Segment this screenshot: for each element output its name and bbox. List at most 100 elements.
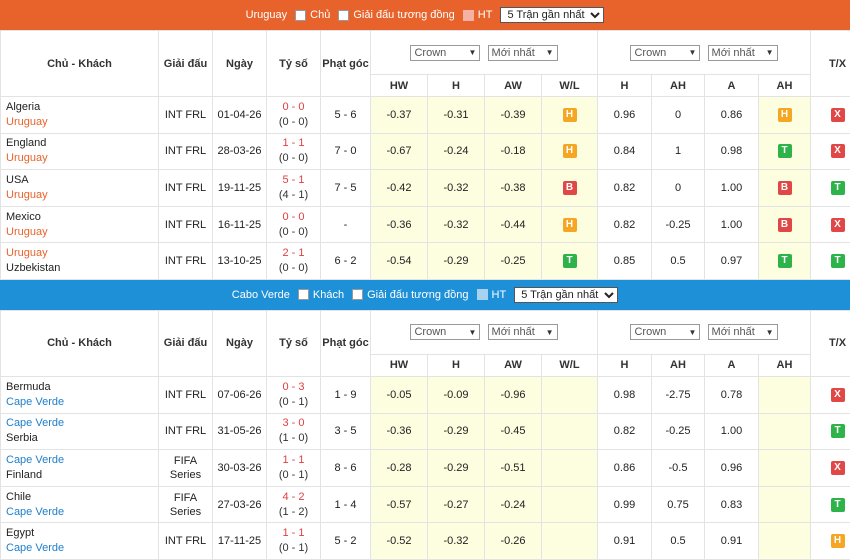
home-team[interactable]: England [6, 136, 158, 151]
away-team[interactable]: Cape Verde [6, 541, 158, 556]
table-row[interactable]: Cape Verde Finland FIFA Series 30-03-26 … [1, 450, 850, 487]
bookmaker-select[interactable]: Crown▼ [630, 324, 700, 340]
home-team[interactable]: Chile [6, 490, 158, 505]
full-time-score[interactable]: 5 - 1 [267, 173, 320, 188]
result-badge: T [563, 254, 577, 268]
full-time-score[interactable]: 2 - 1 [267, 246, 320, 261]
away-team[interactable]: Uruguay [6, 151, 158, 166]
away-team[interactable]: Finland [6, 468, 158, 483]
home-team[interactable]: Egypt [6, 526, 158, 541]
table-row[interactable]: Bermuda Cape Verde INT FRL 07-06-26 0 - … [1, 376, 850, 413]
match-teams[interactable]: Cape Verde Serbia [1, 413, 159, 450]
full-time-score[interactable]: 1 - 1 [267, 453, 320, 468]
score-cell[interactable]: 0 - 0 (0 - 0) [267, 97, 321, 134]
match-teams[interactable]: Egypt Cape Verde [1, 523, 159, 560]
table-row[interactable]: Uruguay Uzbekistan INT FRL 13-10-25 2 - … [1, 243, 850, 280]
score-cell[interactable]: 1 - 1 (0 - 1) [267, 450, 321, 487]
home-team[interactable]: Uruguay [6, 246, 158, 261]
full-time-score[interactable]: 1 - 1 [267, 136, 320, 151]
away-team[interactable]: Uruguay [6, 188, 158, 203]
odds-aw: -0.45 [485, 413, 542, 450]
col-league: Giải đấu [159, 310, 213, 376]
col-h2: H [598, 354, 652, 376]
ht-filter[interactable]: HT [463, 9, 493, 21]
recent-matches-select[interactable]: 5 Trận gần nhất [500, 7, 604, 23]
table-row[interactable]: Egypt Cape Verde INT FRL 17-11-25 1 - 1 … [1, 523, 850, 560]
chevron-down-icon: ▼ [546, 48, 554, 57]
away-filter[interactable]: Khách [298, 289, 344, 301]
same-league-filter[interactable]: Giải đấu tương đồng [338, 9, 454, 21]
away-team[interactable]: Uruguay [6, 225, 158, 240]
away-team[interactable]: Cape Verde [6, 505, 158, 520]
league-line2: Series [159, 468, 212, 482]
ht-checkbox[interactable] [463, 10, 474, 21]
home-checkbox[interactable] [295, 10, 306, 21]
away-checkbox[interactable] [298, 289, 309, 300]
same-league-filter[interactable]: Giải đấu tương đồng [352, 289, 468, 301]
odds-time-select[interactable]: Mới nhất▼ [488, 45, 558, 61]
odds-time-select[interactable]: Mới nhất▼ [708, 45, 778, 61]
score-cell[interactable]: 2 - 1 (0 - 0) [267, 243, 321, 280]
away-team[interactable]: Serbia [6, 431, 158, 446]
date: 31-05-26 [213, 413, 267, 450]
ah-result-cell: T [759, 133, 811, 170]
home-team[interactable]: USA [6, 173, 158, 188]
home-filter[interactable]: Chủ [295, 9, 330, 21]
match-teams[interactable]: Mexico Uruguay [1, 206, 159, 243]
ht-filter[interactable]: HT [477, 289, 507, 301]
odds-hw: -0.36 [371, 206, 428, 243]
col-h: H [428, 75, 485, 97]
home-team[interactable]: Cape Verde [6, 416, 158, 431]
full-time-score[interactable]: 3 - 0 [267, 416, 320, 431]
tx-cell: H [811, 523, 850, 560]
same-league-checkbox[interactable] [338, 10, 349, 21]
score-cell[interactable]: 1 - 1 (0 - 1) [267, 523, 321, 560]
bookmaker-select[interactable]: Crown▼ [630, 45, 700, 61]
match-teams[interactable]: Algeria Uruguay [1, 97, 159, 134]
score-cell[interactable]: 0 - 3 (0 - 1) [267, 376, 321, 413]
score-cell[interactable]: 5 - 1 (4 - 1) [267, 170, 321, 207]
col-score: Tỷ số [267, 310, 321, 376]
away-team[interactable]: Cape Verde [6, 395, 158, 410]
result-badge: B [778, 181, 792, 195]
bookmaker-select[interactable]: Crown▼ [410, 45, 480, 61]
ah-home: 0.82 [598, 170, 652, 207]
table-row[interactable]: Algeria Uruguay INT FRL 01-04-26 0 - 0 (… [1, 97, 850, 134]
ht-checkbox[interactable] [477, 289, 488, 300]
bookmaker-select[interactable]: Crown▼ [410, 324, 480, 340]
odds-time-select[interactable]: Mới nhất▼ [488, 324, 558, 340]
home-team[interactable]: Bermuda [6, 380, 158, 395]
match-teams[interactable]: Bermuda Cape Verde [1, 376, 159, 413]
odds-time-select[interactable]: Mới nhất▼ [708, 324, 778, 340]
full-time-score[interactable]: 4 - 2 [267, 490, 320, 505]
full-time-score[interactable]: 0 - 3 [267, 380, 320, 395]
table-row[interactable]: England Uruguay INT FRL 28-03-26 1 - 1 (… [1, 133, 850, 170]
match-teams[interactable]: Cape Verde Finland [1, 450, 159, 487]
recent-matches-select[interactable]: 5 Trận gần nhất [514, 287, 618, 303]
same-league-checkbox[interactable] [352, 289, 363, 300]
match-teams[interactable]: Uruguay Uzbekistan [1, 243, 159, 280]
col-wl: W/L [542, 354, 598, 376]
odds-hw: -0.67 [371, 133, 428, 170]
full-time-score[interactable]: 1 - 1 [267, 526, 320, 541]
home-team[interactable]: Algeria [6, 100, 158, 115]
home-team[interactable]: Cape Verde [6, 453, 158, 468]
table-row[interactable]: USA Uruguay INT FRL 19-11-25 5 - 1 (4 - … [1, 170, 850, 207]
full-time-score[interactable]: 0 - 0 [267, 100, 320, 115]
match-teams[interactable]: USA Uruguay [1, 170, 159, 207]
score-cell[interactable]: 4 - 2 (1 - 2) [267, 486, 321, 523]
table-row[interactable]: Mexico Uruguay INT FRL 16-11-25 0 - 0 (0… [1, 206, 850, 243]
table-row[interactable]: Chile Cape Verde FIFA Series 27-03-26 4 … [1, 486, 850, 523]
match-teams[interactable]: Chile Cape Verde [1, 486, 159, 523]
away-team[interactable]: Uzbekistan [6, 261, 158, 276]
away-team[interactable]: Uruguay [6, 115, 158, 130]
home-team[interactable]: Mexico [6, 210, 158, 225]
table-row[interactable]: Cape Verde Serbia INT FRL 31-05-26 3 - 0… [1, 413, 850, 450]
score-cell[interactable]: 3 - 0 (1 - 0) [267, 413, 321, 450]
score-cell[interactable]: 0 - 0 (0 - 0) [267, 206, 321, 243]
match-teams[interactable]: England Uruguay [1, 133, 159, 170]
score-cell[interactable]: 1 - 1 (0 - 0) [267, 133, 321, 170]
results-table-uruguay: Chủ - Khách Giải đấu Ngày Tỷ số Phạt góc… [0, 30, 850, 280]
full-time-score[interactable]: 0 - 0 [267, 210, 320, 225]
chevron-down-icon: ▼ [546, 328, 554, 337]
